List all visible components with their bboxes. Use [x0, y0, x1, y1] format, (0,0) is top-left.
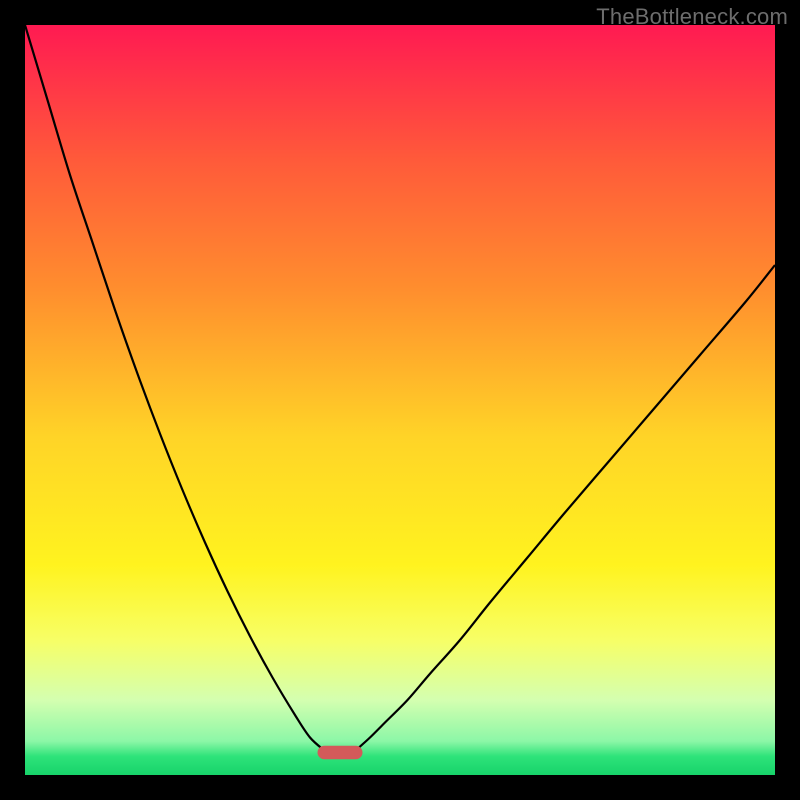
watermark-text: TheBottleneck.com	[596, 4, 788, 30]
marker-group	[318, 746, 363, 760]
plot-area	[25, 25, 775, 775]
chart-canvas	[25, 25, 775, 775]
outer-frame: TheBottleneck.com	[0, 0, 800, 800]
optimal-zone	[318, 746, 363, 760]
